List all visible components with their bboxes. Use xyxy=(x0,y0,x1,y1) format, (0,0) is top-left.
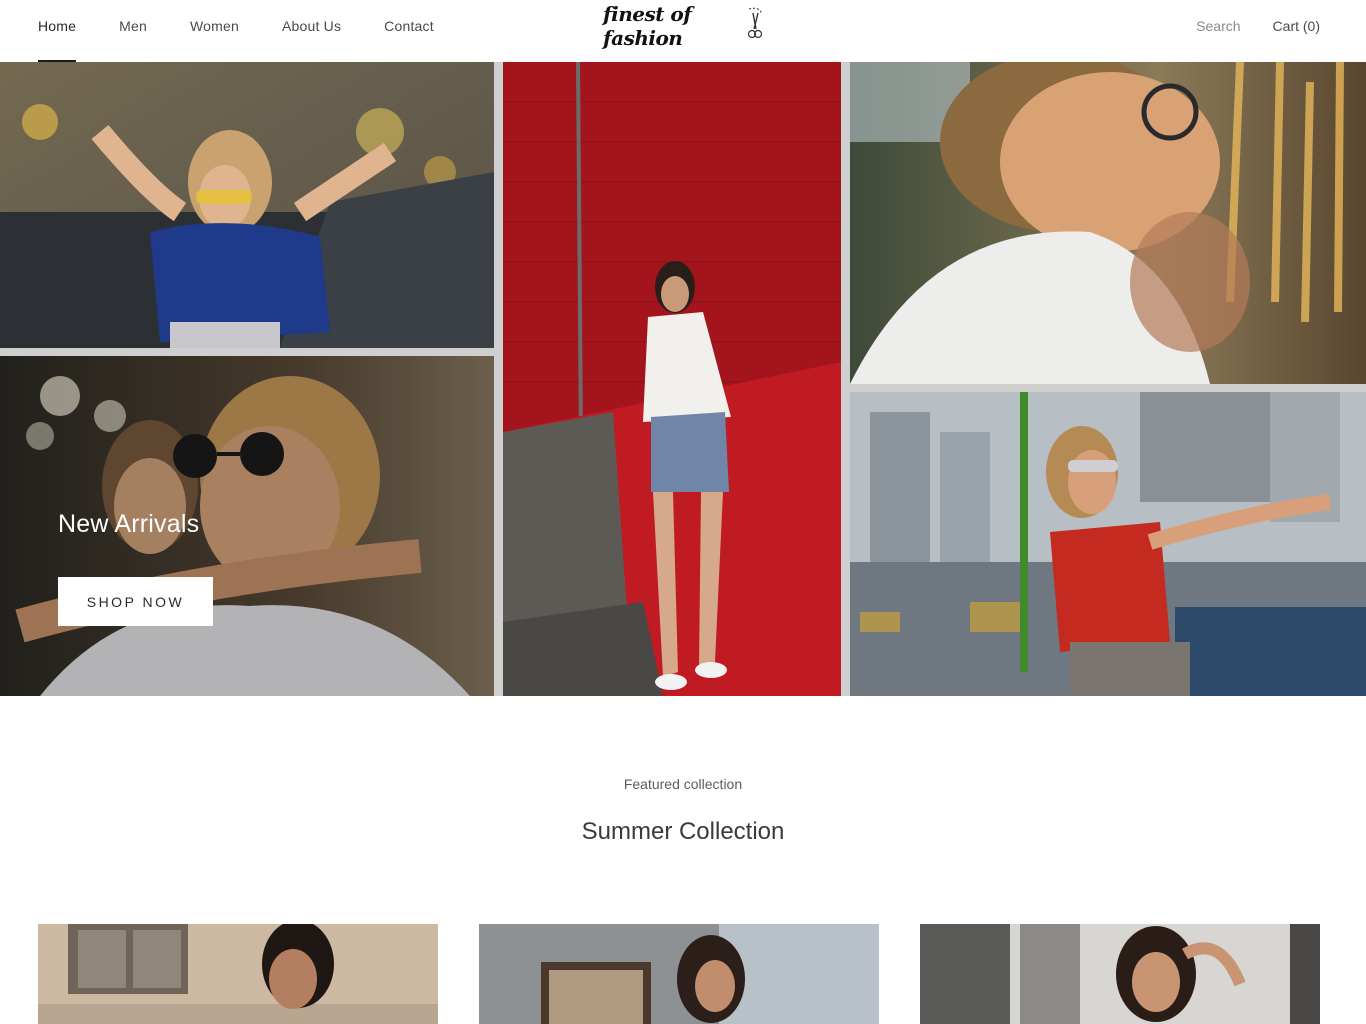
site-header: Home Men Women About Us Contact finest o… xyxy=(0,0,1366,62)
main-nav: Home Men Women About Us Contact xyxy=(38,0,477,62)
product-card[interactable] xyxy=(920,924,1320,1024)
search-link[interactable]: Search xyxy=(1196,18,1240,34)
nav-about-us[interactable]: About Us xyxy=(282,0,341,62)
cart-link[interactable]: Cart (0) xyxy=(1273,18,1320,34)
header-actions: Search Cart (0) xyxy=(1196,0,1320,52)
site-logo[interactable]: finest of fashion xyxy=(603,2,763,50)
hero-mosaic: New Arrivals SHOP NOW xyxy=(0,62,1366,696)
product-card[interactable] xyxy=(479,924,879,1024)
scissors-icon xyxy=(747,7,763,46)
logo-text: finest of fashion xyxy=(603,2,692,50)
featured-subtitle: Featured collection xyxy=(623,776,743,792)
hero-image-woman-red-wall[interactable] xyxy=(503,62,841,696)
nav-women[interactable]: Women xyxy=(190,0,239,62)
product-grid xyxy=(38,924,1328,1024)
hero-caption: New Arrivals xyxy=(58,510,200,538)
hero-image-woman-fairground[interactable] xyxy=(0,62,494,348)
hero-image-man-sunglasses[interactable] xyxy=(850,62,1366,384)
nav-contact[interactable]: Contact xyxy=(384,0,434,62)
shop-now-button[interactable]: SHOP NOW xyxy=(58,577,213,626)
nav-home[interactable]: Home xyxy=(38,0,77,62)
nav-men[interactable]: Men xyxy=(119,0,147,62)
hero-image-woman-ride[interactable] xyxy=(850,392,1366,696)
featured-title: Summer Collection xyxy=(581,818,785,845)
product-card[interactable] xyxy=(38,924,438,1024)
